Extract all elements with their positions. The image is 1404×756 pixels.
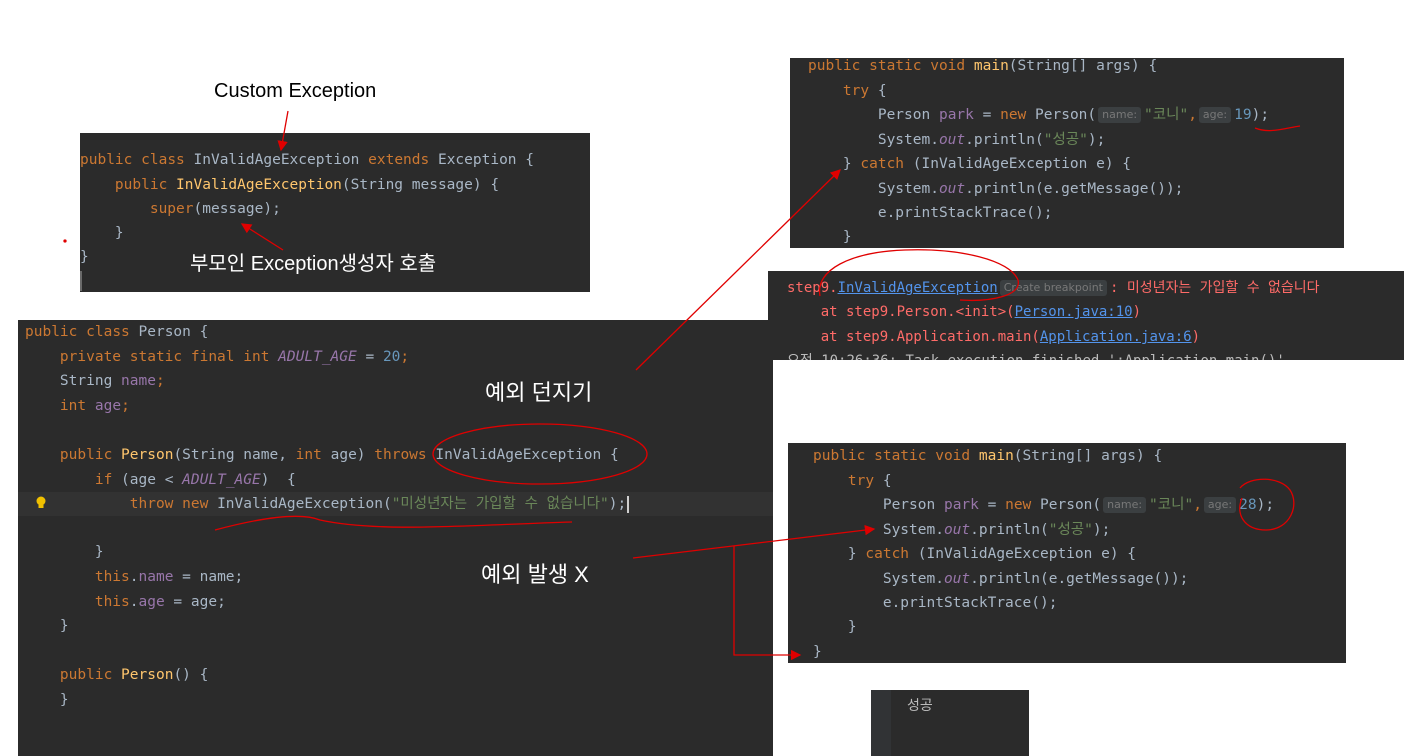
exception-link[interactable]: InValidAgeException: [838, 280, 998, 296]
code-line: }: [59, 618, 69, 634]
code-line: }: [80, 249, 89, 265]
code-line: int age;: [59, 398, 130, 414]
no-exception-label: 예외 발생 X: [481, 562, 589, 587]
code-line: public class InValidAgeException extends…: [80, 152, 534, 168]
console-line: step9.InValidAgeException Create breakpoi…: [787, 280, 1320, 296]
code-line: System.out.println(e.getMessage());: [882, 571, 1189, 587]
code-line: public Person(String name, int age) thro…: [59, 447, 619, 463]
code-line: } catch (InValidAgeException e) {: [847, 546, 1137, 562]
console-line: 오전 10:26:36: Task execution finished ':A…: [787, 349, 1293, 360]
person-class-editor: public class Person { private static fin…: [18, 320, 773, 756]
code-line: public static void main(String[] args) {: [813, 448, 1163, 464]
super-call-label: 부모인 Exception생성자 호출: [190, 253, 437, 275]
code-line: }: [842, 229, 852, 245]
code-line: }: [813, 644, 822, 660]
code-line: }: [59, 692, 69, 708]
code-line: } catch (InValidAgeException e) {: [842, 156, 1132, 172]
code-line: public static void main(String[] args) {: [808, 58, 1158, 74]
code-line: throw new InValidAgeException("미성년자는 가입할…: [25, 492, 630, 516]
code-line: try {: [842, 83, 887, 99]
text-cursor: [627, 495, 630, 513]
throw-exception-label: 예외 던지기: [485, 380, 593, 405]
code-line: e.printStackTrace();: [877, 205, 1053, 221]
code-line: String name;: [59, 373, 165, 389]
main-method-editor-bottom: public static void main(String[] args) {…: [788, 443, 1346, 663]
custom-exception-label: Custom Exception: [214, 80, 377, 102]
code-line: Person park = new Person(name: "코니", age: 2…: [882, 497, 1275, 513]
create-breakpoint-hint[interactable]: Create breakpoint: [999, 280, 1107, 296]
code-line: public InValidAgeException(String messag…: [114, 177, 500, 193]
code-line: }: [114, 225, 124, 241]
console-output: step9.InValidAgeException Create breakpoi…: [768, 271, 1404, 360]
main-method-editor-top: public static void main(String[] args) {…: [790, 58, 1344, 248]
console-line: at step9.Person.<init>(Person.java:10): [820, 304, 1142, 320]
console-line: at step9.Application.main(Application.ja…: [820, 329, 1201, 345]
code-line: }: [94, 544, 104, 560]
person-java-link[interactable]: Person.java:10: [1015, 304, 1133, 320]
code-line: System.out.println(e.getMessage());: [877, 181, 1184, 197]
code-line: this.name = name;: [94, 569, 244, 585]
code-line: public class Person {: [25, 324, 209, 340]
code-line: private static final int ADULT_AGE = 20;: [59, 349, 410, 365]
code-line: Person park = new Person(name: "코니", age: 1…: [877, 107, 1270, 123]
output-text: 성공: [907, 698, 933, 714]
application-java-link[interactable]: Application.java:6: [1040, 329, 1192, 345]
run-output: 성공: [871, 690, 1029, 756]
code-line: super(message);: [149, 201, 281, 217]
code-line: try {: [847, 473, 892, 489]
code-line: e.printStackTrace();: [882, 595, 1058, 611]
code-line: }: [847, 619, 857, 635]
code-line: if (age < ADULT_AGE) {: [94, 472, 296, 488]
code-line: System.out.println("성공");: [882, 522, 1111, 538]
exception-class-editor: public class InValidAgeException extends…: [80, 133, 590, 292]
code-line: System.out.println("성공");: [877, 132, 1106, 148]
code-line: public Person() {: [59, 667, 209, 683]
code-line: this.age = age;: [94, 594, 226, 610]
